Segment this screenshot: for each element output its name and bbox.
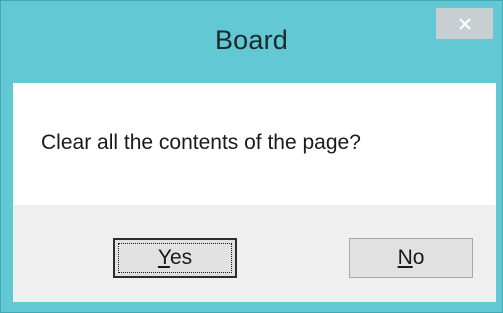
dialog-window: Board Clear all the contents of the page… xyxy=(0,0,503,313)
dialog-body: Clear all the contents of the page? Yes … xyxy=(13,83,496,302)
dialog-message: Clear all the contents of the page? xyxy=(41,131,361,154)
message-area: Clear all the contents of the page? xyxy=(13,83,496,205)
yes-label-rest: es xyxy=(169,246,193,269)
close-button[interactable] xyxy=(436,8,493,39)
title-bar[interactable]: Board xyxy=(1,1,502,83)
no-button-label: No xyxy=(398,246,425,270)
no-accelerator: N xyxy=(397,246,413,269)
no-button[interactable]: No xyxy=(349,238,473,278)
yes-button-label: Yes xyxy=(158,246,192,270)
yes-button[interactable]: Yes xyxy=(113,238,237,278)
dialog-title: Board xyxy=(214,25,289,55)
yes-accelerator: Y xyxy=(157,246,170,269)
no-label-rest: o xyxy=(412,246,425,269)
button-area: Yes No xyxy=(13,205,496,302)
close-icon xyxy=(458,17,472,31)
